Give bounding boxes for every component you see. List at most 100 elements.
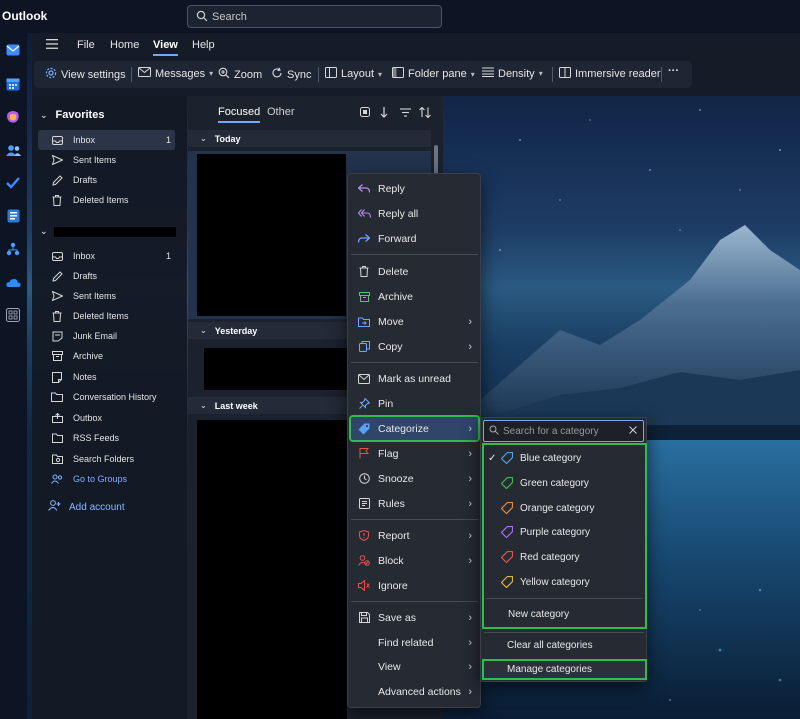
immersive-reader-icon	[559, 67, 571, 81]
menu-item-rules[interactable]: Rules ›	[351, 492, 478, 515]
todo-app-icon[interactable]	[5, 175, 21, 191]
category-yellow[interactable]: Yellow category	[484, 571, 645, 593]
filter-icon[interactable]	[399, 106, 411, 118]
tab-help[interactable]: Help	[192, 39, 215, 51]
org-explorer-app-icon[interactable]	[5, 241, 21, 257]
menu-label: Ignore	[378, 579, 408, 592]
folder-favorites-deleted-items[interactable]: Deleted Items	[38, 190, 175, 210]
word-app-icon[interactable]	[5, 208, 21, 224]
rules-icon	[357, 498, 371, 509]
search-input[interactable]	[212, 9, 432, 24]
new-category-button[interactable]: New category	[508, 609, 569, 620]
menu-item-reply-all[interactable]: Reply all	[351, 202, 478, 225]
tab-file[interactable]: File	[77, 39, 95, 51]
category-purple[interactable]: Purple category	[484, 521, 645, 543]
category-red[interactable]: Red category	[484, 546, 645, 568]
folder-favorites-inbox[interactable]: Inbox 1	[38, 130, 175, 150]
jump-down-icon[interactable]	[378, 106, 390, 118]
folder-favorites-sent-items[interactable]: Sent Items	[38, 150, 175, 170]
folder-pane-dropdown[interactable]: Folder pane ▾	[392, 67, 475, 81]
category-label: Purple category	[520, 526, 591, 538]
menu-item-snooze[interactable]: Snooze ›	[351, 467, 478, 490]
tab-focused[interactable]: Focused	[218, 106, 261, 123]
tab-home[interactable]: Home	[110, 39, 139, 51]
folder-label: Conversation History	[73, 392, 157, 402]
folder-notes[interactable]: Notes	[38, 367, 175, 387]
folder-favorites-drafts[interactable]: Drafts	[38, 170, 175, 190]
folder-outbox[interactable]: Outbox	[38, 408, 175, 428]
folder-go-to-groups[interactable]: Go to Groups	[38, 469, 175, 489]
immersive-reader-button[interactable]: Immersive reader	[559, 67, 661, 81]
zoom-button[interactable]: Zoom	[218, 67, 262, 82]
menu-item-save-as[interactable]: Save as ›	[351, 606, 478, 629]
chevron-down-icon: ⌄	[40, 226, 48, 236]
category-search-input[interactable]	[503, 424, 628, 438]
view-settings-button[interactable]: View settings	[45, 67, 126, 82]
menu-item-advanced-actions[interactable]: Advanced actions ›	[351, 680, 478, 703]
menu-item-categorize[interactable]: Categorize ›	[349, 415, 480, 442]
folder-drafts[interactable]: Drafts	[38, 266, 175, 286]
menu-item-archive[interactable]: Archive	[351, 285, 478, 308]
folder-label: Junk Email	[73, 331, 118, 341]
menu-item-move[interactable]: Move ›	[351, 310, 478, 333]
add-account-button[interactable]: Add account	[48, 500, 125, 514]
search-box[interactable]	[187, 5, 442, 28]
menu-item-report[interactable]: Report ›	[351, 524, 478, 547]
onedrive-app-icon[interactable]	[5, 275, 21, 291]
folder-inbox[interactable]: Inbox 1	[38, 246, 175, 266]
menu-separator	[351, 601, 478, 602]
menu-item-block[interactable]: Block ›	[351, 549, 478, 572]
category-search-box[interactable]	[483, 420, 644, 442]
menu-label: Snooze	[378, 472, 414, 485]
tab-view[interactable]: View	[153, 39, 178, 56]
redacted-message	[197, 154, 346, 316]
menu-item-reply[interactable]: Reply	[351, 177, 478, 200]
menu-item-forward[interactable]: Forward	[351, 227, 478, 250]
menu-item-mark-as-unread[interactable]: Mark as unread	[351, 367, 478, 390]
block-person-icon	[357, 555, 371, 566]
category-orange[interactable]: Orange category	[484, 497, 645, 519]
drafts-icon	[50, 174, 64, 186]
calendar-app-icon[interactable]	[5, 76, 21, 92]
close-icon[interactable]	[629, 425, 637, 437]
folder-search-folders[interactable]: Search Folders	[38, 449, 175, 469]
menu-item-delete[interactable]: Delete	[351, 260, 478, 283]
menu-item-view[interactable]: View ›	[351, 655, 478, 678]
category-blue[interactable]: ✓ Blue category	[484, 447, 645, 469]
sync-button[interactable]: Sync	[271, 67, 311, 82]
tag-icon-yellow	[500, 576, 514, 588]
messages-dropdown[interactable]: Messages ▾	[138, 67, 213, 80]
menu-item-find-related[interactable]: Find related ›	[351, 631, 478, 654]
more-options-button[interactable]: ···	[668, 65, 679, 77]
folder-sent-items[interactable]: Sent Items	[38, 286, 175, 306]
manage-categories-button[interactable]: Manage categories	[482, 659, 647, 680]
hamburger-menu-icon[interactable]	[46, 39, 58, 52]
menu-item-copy[interactable]: Copy ›	[351, 335, 478, 358]
menu-item-ignore[interactable]: Ignore	[351, 574, 478, 597]
mail-app-icon[interactable]	[5, 42, 21, 58]
more-apps-icon[interactable]	[5, 307, 21, 323]
group-header-today[interactable]: ⌄ Today	[188, 130, 431, 147]
tab-other[interactable]: Other	[267, 106, 295, 118]
clear-all-categories-button[interactable]: Clear all categories	[507, 640, 593, 651]
category-green[interactable]: Green category	[484, 472, 645, 494]
density-dropdown[interactable]: Density ▾	[482, 67, 543, 80]
folder-deleted-items[interactable]: Deleted Items	[38, 306, 175, 326]
save-icon	[357, 612, 371, 623]
account-header[interactable]: ⌄	[40, 226, 48, 237]
people-app-icon[interactable]	[5, 142, 21, 158]
folder-junk-email[interactable]: Junk Email	[38, 326, 175, 346]
chevron-right-icon: ›	[468, 636, 472, 649]
layout-label: Layout	[341, 68, 375, 80]
notes-icon	[50, 371, 64, 383]
layout-dropdown[interactable]: Layout ▾	[325, 67, 382, 81]
menu-item-flag[interactable]: Flag ›	[351, 442, 478, 465]
folder-archive[interactable]: Archive	[38, 346, 175, 366]
folder-conversation-history[interactable]: Conversation History	[38, 387, 175, 407]
sort-icon[interactable]	[419, 106, 431, 118]
copilot-app-icon[interactable]	[5, 109, 21, 125]
folder-rss-feeds[interactable]: RSS Feeds	[38, 428, 175, 448]
favorites-header[interactable]: ⌄ Favorites	[40, 109, 104, 121]
select-mode-icon[interactable]	[359, 106, 371, 118]
menu-item-pin[interactable]: Pin	[351, 392, 478, 415]
